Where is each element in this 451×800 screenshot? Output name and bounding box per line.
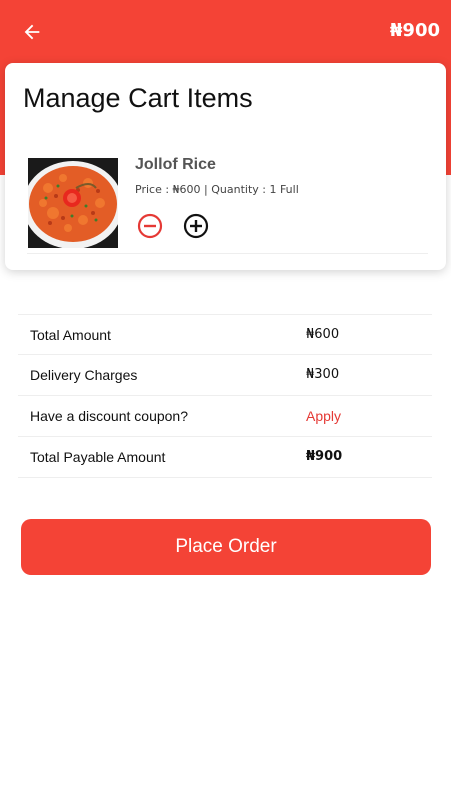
arrow-left-icon (24, 24, 40, 40)
item-name: Jollof Rice (135, 156, 216, 173)
apply-coupon-link[interactable]: Apply (306, 408, 341, 424)
card-divider (27, 253, 428, 254)
item-image (28, 158, 118, 248)
cart-items-card: Manage Cart Items Jollof Rice Price: ₦6… (5, 63, 446, 270)
header-total-amount: ₦900 (389, 20, 440, 41)
minus-circle-icon (137, 213, 163, 239)
increase-quantity-button[interactable] (183, 213, 209, 239)
summary-label: Delivery Charges (30, 367, 138, 383)
summary-row-total-payable: Total Payable Amount ₦900 (18, 437, 432, 478)
summary-label: Total Amount (30, 327, 111, 343)
summary-value: ₦900 (306, 449, 343, 464)
summary-value: ₦300 (306, 367, 340, 382)
summary-label: Have a discount coupon? (30, 408, 188, 424)
plus-circle-icon (183, 213, 209, 239)
summary-label: Total Payable Amount (30, 449, 166, 465)
page-title: Manage Cart Items (23, 83, 253, 113)
item-price-quantity: Price : ₦600 | Quantity : 1 Full (135, 183, 299, 196)
back-button[interactable] (18, 18, 46, 46)
place-order-button[interactable]: Place Order (21, 519, 431, 575)
summary-row-total-amount: Total Amount ₦600 (18, 314, 432, 355)
decrease-quantity-button[interactable] (137, 213, 163, 239)
jollof-rice-image (28, 158, 118, 248)
order-summary: Total Amount ₦600 Delivery Charges ₦300 … (18, 314, 432, 478)
summary-row-discount-coupon: Have a discount coupon? Apply (18, 396, 432, 437)
summary-value: ₦600 (306, 327, 340, 342)
summary-row-delivery-charges: Delivery Charges ₦300 (18, 355, 432, 396)
